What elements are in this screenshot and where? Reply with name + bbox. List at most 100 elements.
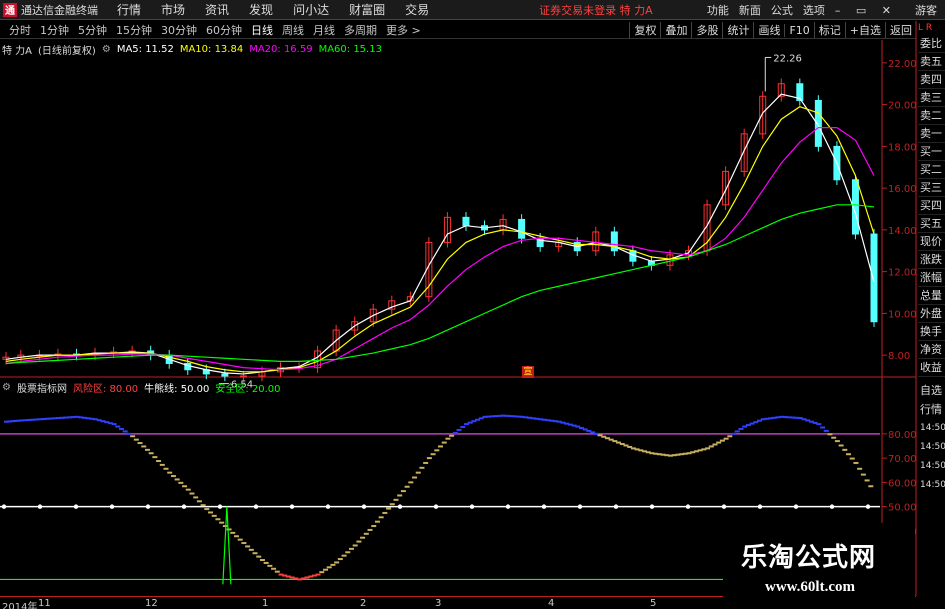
period-toolbar: 分时 1分钟 5分钟 15分钟 30分钟 60分钟 日线 周线 月线 多周期 更…: [0, 21, 916, 39]
indicator-mark: [463, 423, 469, 426]
indicator-mark: [204, 508, 210, 511]
stock-chart[interactable]: 22.00 20.00 18.00 16.00 14.00 12.00 10.00 8.00 2…: [0, 0, 945, 609]
indicator-mark: [426, 457, 432, 460]
indicator-mark: [623, 444, 629, 447]
tool-mark[interactable]: 标记: [813, 22, 845, 38]
indicator-mark: [152, 456, 158, 459]
price-legend: 特 力A (日线前复权) ⚙ MA5: 11.52 MA10: 13.84 MA…: [2, 42, 388, 57]
indicator-mark: [705, 447, 711, 450]
menu-item-news[interactable]: 资讯: [205, 1, 229, 18]
price-tick-label: 8.00: [888, 351, 910, 362]
right-menus: 功能 新面 公式 选项 – ▭ ✕ 游客: [697, 0, 945, 20]
indicator-mark: [423, 461, 429, 464]
settings-icon[interactable]: ⚙: [102, 44, 111, 55]
indicator-mark: [219, 521, 225, 524]
indicator-mark: [44, 417, 50, 420]
period-tab-intraday[interactable]: 分时: [9, 22, 31, 38]
tool-back[interactable]: 返回: [885, 22, 916, 38]
ma-line-ma5: [5, 93, 875, 375]
tool-statistics[interactable]: 统计: [722, 22, 753, 38]
indicator-mark: [334, 561, 340, 564]
indicator-mark: [794, 416, 800, 419]
indicator-mark: [645, 451, 651, 454]
sidebar-time: 14:50: [920, 423, 945, 433]
login-notice: 证券交易未登录 特 力A: [539, 3, 653, 17]
candle-body: [276, 367, 284, 373]
indicator-mark: [137, 442, 143, 445]
bull-dot: [109, 504, 115, 509]
indicator-mark: [74, 415, 80, 418]
period-tab-weekly[interactable]: 周线: [282, 22, 304, 38]
bull-dot: [289, 504, 295, 509]
menu-options[interactable]: 选项: [803, 2, 825, 18]
indicator-mark: [690, 451, 696, 454]
lr-toggle[interactable]: L R: [918, 21, 945, 35]
candle-body: [870, 233, 878, 323]
tool-overlay[interactable]: 叠加: [660, 22, 691, 38]
period-tab-multi[interactable]: 多周期: [344, 22, 377, 38]
tool-restore-rights[interactable]: 复权: [629, 22, 660, 38]
period-tab-more[interactable]: 更多 >: [386, 22, 421, 38]
indicator-mark: [256, 555, 262, 558]
period-tab-1min[interactable]: 1分钟: [40, 22, 69, 38]
indicator-mark: [374, 520, 380, 523]
indicator-mark: [412, 476, 418, 479]
price-tick-label: 22.00: [888, 59, 917, 70]
indicator-mark: [360, 536, 366, 539]
indicator-mark: [163, 467, 169, 470]
candle-body: [35, 354, 43, 357]
sidebar-tab-favorites[interactable]: 自选: [918, 381, 945, 400]
indicator-mark: [653, 452, 659, 455]
candle-body: [239, 375, 247, 378]
tool-draw[interactable]: 画线: [753, 22, 784, 38]
window-controls-icon[interactable]: – ▭ ✕: [835, 4, 897, 17]
time-tick: 12: [145, 598, 158, 609]
indicator-mark: [41, 418, 47, 421]
period-tab-monthly[interactable]: 月线: [313, 22, 335, 38]
menu-item-wealth[interactable]: 财富圈: [349, 1, 385, 18]
period-tab-15min[interactable]: 15分钟: [116, 22, 152, 38]
indicator-tick-label: 70.00: [888, 454, 917, 465]
event-marker[interactable]: 宣: [522, 366, 534, 378]
settings-icon[interactable]: ⚙: [2, 382, 11, 393]
candle-body: [685, 250, 693, 256]
menu-formula[interactable]: 公式: [771, 2, 793, 18]
indicator-mark: [812, 421, 818, 424]
menu-item-discover[interactable]: 发现: [249, 1, 273, 18]
menu-item-ask[interactable]: 问小达: [293, 1, 329, 18]
indicator-mark: [15, 419, 21, 422]
candle-body: [388, 300, 396, 310]
indicator-mark: [497, 414, 503, 417]
indicator-mark: [656, 453, 662, 456]
menu-layout[interactable]: 新面: [739, 2, 761, 18]
tool-multi-stock[interactable]: 多股: [691, 22, 722, 38]
indicator-mark: [634, 448, 640, 451]
period-tab-daily[interactable]: 日线: [251, 22, 273, 38]
indicator-mark: [660, 453, 666, 456]
candle-body: [536, 237, 544, 248]
period-tab-30min[interactable]: 30分钟: [161, 22, 197, 38]
indicator-mark: [167, 471, 173, 474]
menu-item-quotes[interactable]: 行情: [117, 1, 141, 18]
guest-label[interactable]: 游客: [915, 2, 937, 18]
candle-body: [184, 362, 192, 371]
candle-body: [221, 373, 229, 377]
indicator-mark: [771, 416, 777, 419]
indicator-mark: [93, 418, 99, 421]
sidebar-tab-quotes[interactable]: 行情: [918, 400, 945, 419]
indicator-mark: [222, 525, 228, 528]
period-tab-60min[interactable]: 60分钟: [206, 22, 242, 38]
candle-body: [740, 133, 748, 172]
menu-item-market[interactable]: 市场: [161, 1, 185, 18]
period-tab-5min[interactable]: 5分钟: [78, 22, 107, 38]
candle-body: [2, 356, 10, 360]
indicator-mark: [478, 417, 484, 420]
bull-dot: [829, 504, 835, 509]
tool-add-favorite[interactable]: +自选: [844, 22, 885, 38]
menu-item-trade[interactable]: 交易: [405, 1, 429, 18]
candle-body: [110, 351, 118, 354]
tool-f10[interactable]: F10: [784, 23, 813, 37]
menu-function[interactable]: 功能: [707, 2, 729, 18]
time-tick: 3: [435, 598, 442, 609]
price-tick-label: 20.00: [888, 101, 917, 112]
